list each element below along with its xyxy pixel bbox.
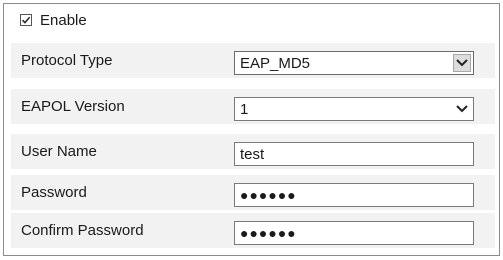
- protocol-type-value: EAP_MD5: [240, 54, 311, 72]
- enable-label: Enable: [40, 11, 87, 29]
- ieee8021x-settings-panel: Enable Protocol Type EAP_MD5 EAPOL Versi…: [3, 3, 500, 256]
- confirm-password-label: Confirm Password: [21, 222, 144, 239]
- chevron-down-icon[interactable]: [453, 54, 471, 72]
- protocol-type-label: Protocol Type: [21, 52, 113, 69]
- user-name-row: User Name test: [11, 133, 495, 169]
- enable-row: Enable: [4, 4, 499, 36]
- password-label: Password: [21, 184, 87, 201]
- confirm-password-input[interactable]: ●●●●●●: [234, 221, 474, 245]
- password-row: Password ●●●●●●: [11, 174, 495, 210]
- user-name-input[interactable]: test: [234, 142, 474, 166]
- protocol-type-select[interactable]: EAP_MD5: [234, 51, 474, 75]
- eapol-version-value: 1: [240, 100, 249, 118]
- eapol-version-select[interactable]: 1: [234, 97, 474, 121]
- eapol-version-label: EAPOL Version: [21, 98, 125, 115]
- protocol-type-row: Protocol Type EAP_MD5: [11, 42, 495, 78]
- confirm-password-masked-value: ●●●●●●: [240, 225, 297, 241]
- chevron-down-icon[interactable]: [453, 100, 471, 118]
- enable-checkbox[interactable]: [20, 14, 32, 26]
- password-input[interactable]: ●●●●●●: [234, 183, 474, 207]
- user-name-value: test: [240, 145, 265, 163]
- user-name-label: User Name: [21, 143, 97, 160]
- confirm-password-row: Confirm Password ●●●●●●: [11, 212, 495, 248]
- eapol-version-row: EAPOL Version 1: [11, 88, 495, 124]
- checkmark-icon: [21, 16, 31, 24]
- password-masked-value: ●●●●●●: [240, 187, 297, 203]
